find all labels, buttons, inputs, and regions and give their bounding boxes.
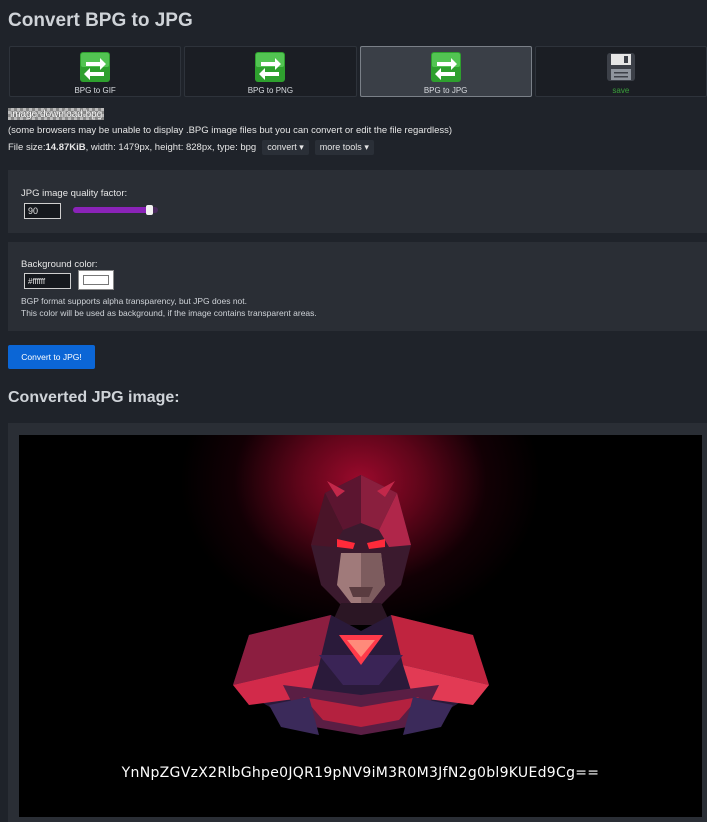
quality-label: JPG image quality factor: xyxy=(21,188,128,199)
masked-hero-illustration xyxy=(233,475,489,735)
converted-image: YnNpZGVzX2RlbGhpe0JQR19pNV9iM3R0M3JfN2g0… xyxy=(19,435,702,817)
convert-to-jpg-button[interactable]: Convert to JPG! xyxy=(8,345,95,369)
tool-label: save xyxy=(612,86,630,95)
convert-arrows-icon xyxy=(255,52,286,82)
file-info: File size: 14.87KiB , width: 1479px, hei… xyxy=(8,140,374,155)
convert-dropdown[interactable]: convert ▾ xyxy=(262,140,309,155)
caret-down-icon: ▾ xyxy=(299,142,304,152)
caret-down-icon: ▾ xyxy=(364,142,369,152)
background-panel: Background color: BGP format supports al… xyxy=(8,242,707,331)
converted-heading: Converted JPG image: xyxy=(8,389,180,406)
tool-row: BPG to GIF BPG to PNG BPG to JPG save xyxy=(9,46,707,98)
quality-input[interactable] xyxy=(24,203,61,219)
background-description: BGP format supports alpha transparency, … xyxy=(21,295,317,319)
more-tools-dropdown[interactable]: more tools ▾ xyxy=(314,140,374,155)
image-overlay-text: YnNpZGVzX2RlbGhpe0JQR19pNV9iM3R0M3JfN2g0… xyxy=(121,765,600,781)
convert-dropdown-label: convert xyxy=(267,142,297,152)
tool-label: BPG to JPG xyxy=(423,86,468,95)
slider-fill xyxy=(73,207,150,213)
file-size-value: 14.87KiB xyxy=(45,142,86,153)
tool-bpg-to-gif-button[interactable]: BPG to GIF xyxy=(9,46,182,97)
background-label: Background color: xyxy=(21,259,98,270)
source-image-broken: image download.bpg xyxy=(8,108,105,120)
tool-bpg-to-png-button[interactable]: BPG to PNG xyxy=(184,46,357,97)
background-desc-line1: BGP format supports alpha transparency, … xyxy=(21,296,248,306)
background-color-swatch[interactable] xyxy=(78,270,114,290)
background-desc-line2: This color will be used as background, i… xyxy=(21,308,317,318)
background-color-input[interactable] xyxy=(24,273,71,289)
quality-slider[interactable] xyxy=(73,205,158,215)
tool-save-button[interactable]: save xyxy=(534,46,707,97)
floppy-disk-icon xyxy=(606,53,635,81)
quality-panel: JPG image quality factor: xyxy=(8,170,707,233)
tool-label: BPG to PNG xyxy=(247,86,294,95)
page-title: Convert BPG to JPG xyxy=(8,10,193,31)
slider-thumb[interactable] xyxy=(145,205,153,215)
convert-arrows-icon xyxy=(430,52,461,82)
result-frame: YnNpZGVzX2RlbGhpe0JQR19pNV9iM3R0M3JfN2g0… xyxy=(8,423,707,822)
convert-arrows-icon xyxy=(80,52,111,82)
file-size-label: File size: xyxy=(8,142,46,153)
file-dimensions: , width: 1479px, height: 828px, type: bp… xyxy=(85,142,257,153)
tool-label: BPG to GIF xyxy=(74,86,116,95)
browser-note: (some browsers may be unable to display … xyxy=(8,125,453,136)
image-alt-text: image download.bpg xyxy=(10,108,103,120)
more-tools-label: more tools xyxy=(319,142,362,152)
tool-bpg-to-jpg-button[interactable]: BPG to JPG xyxy=(359,46,532,97)
